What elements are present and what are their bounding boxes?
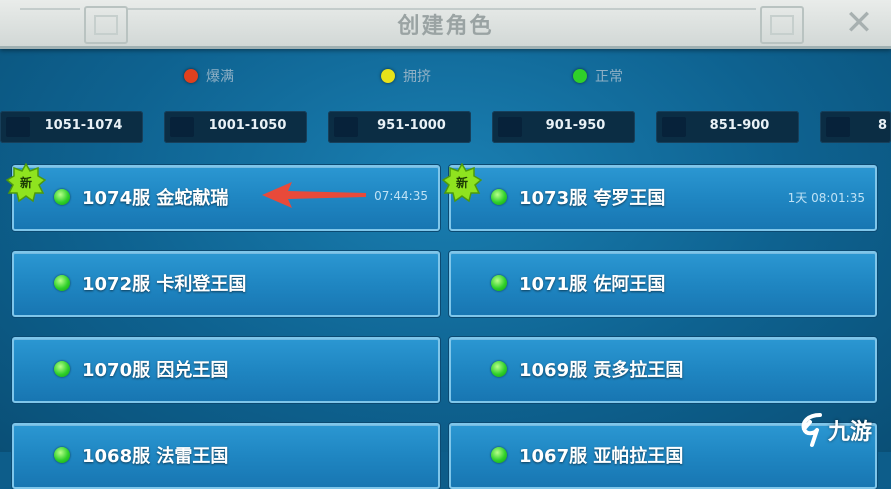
server-name: 1070服 因兑王国: [82, 360, 229, 381]
range-tab[interactable]: 8: [820, 111, 891, 143]
red-dot-icon: [184, 69, 198, 83]
range-tab[interactable]: 1051-1074: [0, 111, 143, 143]
server-name: 1071服 佐阿王国: [519, 274, 666, 295]
server-card[interactable]: 1071服 佐阿王国: [449, 251, 877, 317]
status-dot-icon: [491, 275, 507, 291]
server-name: 1067服 亚帕拉王国: [519, 446, 684, 467]
red-arrow-icon: [262, 182, 366, 208]
title-bar: 创建角色 ✕: [0, 0, 891, 49]
tab-square: [334, 117, 358, 137]
server-card[interactable]: 1073服 夸罗王国 1天 08:01:35: [449, 165, 877, 231]
server-card[interactable]: 1069服 贡多拉王国: [449, 337, 877, 403]
server-name: 1074服 金蛇献瑞: [82, 188, 229, 209]
range-tab-label: 901-950: [545, 118, 606, 133]
server-card[interactable]: 1070服 因兑王国: [12, 337, 440, 403]
server-select-panel: 创建角色 ✕ 爆满 拥挤 正常 1051-1074 1001-1050 951-…: [0, 0, 891, 489]
legend-label: 正常: [595, 69, 623, 85]
server-card[interactable]: 1072服 卡利登王国: [12, 251, 440, 317]
watermark: 九游: [798, 410, 890, 450]
status-dot-icon: [54, 189, 70, 205]
status-dot-icon: [54, 275, 70, 291]
status-legend: 爆满 拥挤 正常: [0, 64, 891, 90]
range-tab-label: 1051-1074: [44, 118, 123, 133]
status-dot-icon: [54, 447, 70, 463]
yellow-dot-icon: [381, 69, 395, 83]
tab-square: [170, 117, 194, 137]
range-tab[interactable]: 901-950: [492, 111, 635, 143]
status-dot-icon: [491, 189, 507, 205]
legend-label: 爆满: [206, 69, 234, 85]
tab-square: [826, 117, 850, 137]
page-title: 创建角色: [397, 14, 494, 39]
server-name: 1069服 贡多拉王国: [519, 360, 684, 381]
tab-square: [498, 117, 522, 137]
new-badge-label: 新: [19, 176, 32, 190]
legend-item-normal: 正常: [573, 66, 623, 86]
watermark-text: 九游: [828, 420, 873, 445]
server-name: 1073服 夸罗王国: [519, 188, 666, 209]
status-dot-icon: [491, 447, 507, 463]
range-tab-label: 8: [878, 118, 888, 133]
server-name: 1072服 卡利登王国: [82, 274, 247, 295]
legend-label: 拥挤: [403, 69, 431, 85]
server-card[interactable]: 1068服 法雷王国: [12, 423, 440, 489]
jiuyou-logo-icon: [801, 413, 822, 447]
new-badge: 新: [441, 162, 483, 203]
new-badge: 新: [5, 162, 47, 203]
legend-item-full: 爆满: [184, 66, 234, 86]
close-icon[interactable]: ✕: [840, 4, 878, 42]
status-dot-icon: [491, 361, 507, 377]
tab-square: [662, 117, 686, 137]
legend-item-busy: 拥挤: [381, 66, 431, 86]
green-dot-icon: [573, 69, 587, 83]
range-tab[interactable]: 851-900: [656, 111, 799, 143]
tab-square: [6, 117, 30, 137]
range-tab-label: 851-900: [709, 118, 770, 133]
range-tab[interactable]: 951-1000: [328, 111, 471, 143]
server-open-time: 07:44:35: [374, 189, 428, 203]
server-open-time: 1天 08:01:35: [787, 191, 865, 205]
range-tab-label: 1001-1050: [208, 118, 287, 133]
new-badge-label: 新: [455, 176, 468, 190]
server-card[interactable]: 1074服 金蛇献瑞 07:44:35: [12, 165, 440, 231]
status-dot-icon: [54, 361, 70, 377]
range-tab-label: 951-1000: [377, 118, 446, 133]
range-tab[interactable]: 1001-1050: [164, 111, 307, 143]
server-name: 1068服 法雷王国: [82, 446, 229, 467]
